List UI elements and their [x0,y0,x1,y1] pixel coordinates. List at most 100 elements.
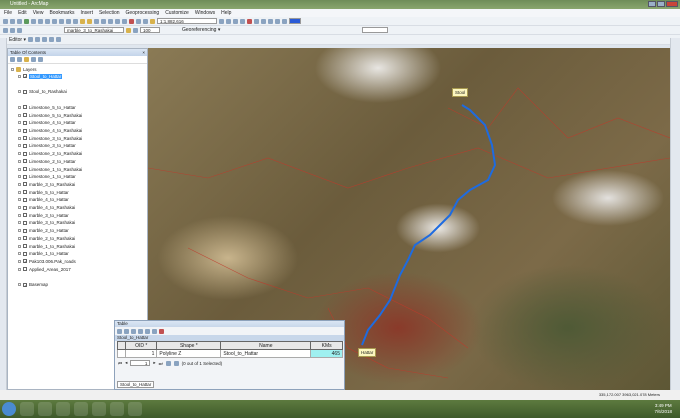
media-player-icon[interactable] [56,402,70,416]
catalog-icon[interactable] [233,18,238,24]
split-icon[interactable] [48,37,54,42]
layer-visibility-checkbox[interactable] [23,190,27,195]
graph-icon[interactable] [17,27,22,33]
search-window-icon[interactable] [240,18,245,24]
layer-icon[interactable] [3,27,8,33]
layer-item[interactable]: marble_3_to_Hattar [18,212,69,218]
expand-icon[interactable] [18,144,21,148]
menu-view[interactable]: View [33,9,44,17]
layer-visibility-checkbox[interactable] [23,128,27,133]
expand-icon[interactable] [18,198,21,202]
list-by-drawing-order-icon[interactable] [10,57,15,62]
find-icon[interactable] [66,18,71,24]
arctoolbox-icon[interactable] [247,18,252,24]
expand-icon[interactable] [18,259,21,263]
layer-combo[interactable]: marble_3_to_Rashakai [64,27,124,33]
menu-edit[interactable]: Edit [18,9,27,17]
layer-item[interactable]: marble_4_to_Rashakai [18,205,75,211]
expand-icon[interactable] [18,105,21,109]
layer-item[interactable]: Stool_to_Rashakai [18,89,67,95]
layer-visibility-checkbox[interactable]: ✓ [23,259,27,264]
cut-icon[interactable] [108,18,113,24]
layer-item[interactable]: Limestone_1_to_Rashakai [18,166,82,172]
expand-icon[interactable] [18,190,21,194]
layer-visibility-checkbox[interactable] [23,151,27,156]
list-by-selection-icon[interactable] [31,57,36,62]
redo-icon[interactable] [143,18,148,24]
expand-icon[interactable] [18,236,21,240]
sketch-icon[interactable] [34,37,40,42]
col-name[interactable]: Name [220,341,312,350]
copy-icon[interactable] [115,18,120,24]
layer-visibility-checkbox[interactable]: ✓ [23,282,27,287]
python-icon[interactable] [254,18,259,24]
save-icon[interactable] [94,18,99,24]
select-icon[interactable] [52,18,57,24]
prev-record-button[interactable]: ◂ [125,360,127,366]
effects-icon[interactable] [126,27,131,33]
measure-icon[interactable] [73,18,78,24]
layout-pan-icon[interactable] [275,18,280,24]
layer-item[interactable]: marble_1_to_Rashakai [18,243,75,249]
related-tables-icon[interactable] [124,328,129,334]
layer-visibility-checkbox[interactable] [23,105,27,110]
menu-insert[interactable]: Insert [80,9,93,17]
expand-icon[interactable] [18,244,21,248]
layer-visibility-checkbox[interactable] [23,205,27,210]
zoom-in-icon[interactable] [3,18,8,24]
col-kms[interactable]: KMs [310,341,343,350]
layer-item[interactable]: marble_3_to_Rashakai [18,220,75,226]
new-icon[interactable] [80,18,85,24]
switch-selection-icon[interactable] [138,328,143,334]
ie-icon[interactable] [20,402,34,416]
delete-icon[interactable] [129,18,134,24]
row-selector[interactable] [117,349,126,358]
select-by-attributes-icon[interactable] [131,328,136,334]
layout-zoom-icon[interactable] [268,18,273,24]
layer-item[interactable]: Limestone_5_to_Hattar [18,104,76,110]
layer-item[interactable]: ✓ Basemap [18,282,48,288]
firefox-icon[interactable] [74,402,88,416]
list-by-source-icon[interactable] [17,57,22,62]
reshape-icon[interactable] [41,37,47,42]
expand-icon[interactable] [18,113,21,117]
full-extent-icon[interactable] [24,18,29,24]
list-by-visibility-icon[interactable] [24,57,29,62]
minimize-button[interactable] [648,1,656,7]
expand-icon[interactable] [18,136,21,140]
expand-icon[interactable] [18,159,21,163]
back-icon[interactable] [38,18,43,24]
layer-visibility-checkbox[interactable] [23,182,27,187]
layer-visibility-checkbox[interactable] [23,89,27,94]
left-dock-tabs[interactable] [0,38,7,390]
menu-customize[interactable]: Customize [165,9,189,17]
open-icon[interactable] [87,18,92,24]
table-options-icon[interactable] [117,328,122,334]
layer-item[interactable]: marble_2_to_Rashakai [18,235,75,241]
modelbuilder-icon[interactable] [261,18,266,24]
col-shape[interactable]: Shape * [156,341,222,350]
layer-visibility-checkbox[interactable] [23,174,27,179]
layer-item[interactable]: Limestone_2_to_Rashakai [18,151,82,157]
swipe-icon[interactable] [133,27,138,33]
layer-visibility-checkbox[interactable] [23,244,27,248]
expand-icon[interactable] [18,167,21,171]
editor-menu[interactable]: Editor ▾ [9,37,26,43]
menu-bookmarks[interactable]: Bookmarks [49,9,74,17]
expand-icon[interactable] [18,267,21,271]
layer-item[interactable]: marble_1_to_Hattar [18,251,69,257]
record-number-input[interactable]: 1 [130,360,151,366]
fixed-zoom-icon[interactable] [31,18,36,24]
layer-item[interactable]: Limestone_4_to_Hattar [18,120,76,126]
expand-icon[interactable] [18,152,21,156]
clock[interactable]: 3:49 PM 7/6/2018 [654,403,672,415]
forward-icon[interactable] [45,18,50,24]
layer-item[interactable]: ✓ Pak103.006.Pak_roads [18,258,76,264]
expand-icon[interactable] [18,90,21,94]
table-bottom-tab[interactable]: Stool_to_Hattar [117,381,155,388]
scale-combo[interactable]: 1:1,882,616 [157,18,217,24]
clear-selection-icon[interactable] [145,328,150,334]
layer-visibility-checkbox[interactable] [23,251,27,256]
attributes-icon[interactable] [55,37,61,42]
table-icon[interactable] [10,27,15,33]
